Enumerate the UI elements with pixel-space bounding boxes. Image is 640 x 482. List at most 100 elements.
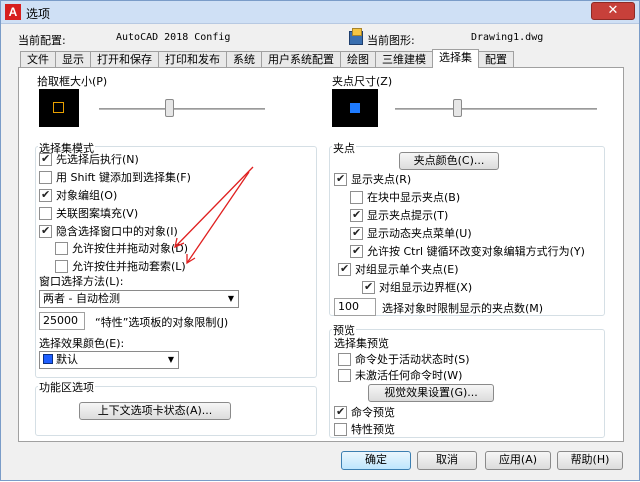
help-button[interactable]: 帮助(H) bbox=[557, 451, 623, 470]
autocad-logo-icon: A bbox=[5, 4, 21, 20]
checkbox-label: 对象编组(O) bbox=[56, 189, 118, 202]
drawing-value: Drawing1.dwg bbox=[471, 32, 544, 43]
grip-slider-track[interactable] bbox=[395, 108, 597, 110]
pickbox-slider-thumb[interactable] bbox=[164, 99, 174, 117]
checkbox-label: 显示夹点提示(T) bbox=[367, 209, 449, 222]
grip-rows-checkbox-0[interactable]: 显示夹点(R) bbox=[334, 171, 411, 187]
checkbox-label: 显示夹点(R) bbox=[351, 173, 412, 186]
tab-1[interactable]: 显示 bbox=[55, 51, 91, 68]
drawing-icon bbox=[349, 28, 363, 45]
selection-tab-panel: 拾取框大小(P) 选择集模式 先选择后执行(N)用 Shift 键添加到选择集(… bbox=[18, 67, 624, 442]
properties-limit-input[interactable]: 25000 bbox=[39, 312, 85, 330]
grip-colors-button[interactable]: 夹点颜色(C)... bbox=[399, 152, 499, 170]
grip-limit-label: 选择对象时限制显示的夹点数(M) bbox=[382, 302, 544, 315]
property-preview-label: 特性预览 bbox=[351, 423, 395, 436]
grip-size-label: 夹点尺寸(Z) bbox=[332, 75, 393, 88]
ok-button[interactable]: 确定 bbox=[341, 451, 411, 470]
checkbox-icon[interactable] bbox=[55, 259, 68, 273]
profile-value: AutoCAD 2018 Config bbox=[116, 32, 231, 43]
checkbox-icon[interactable] bbox=[350, 244, 363, 258]
checkbox-label: 对组显示边界框(X) bbox=[379, 281, 473, 294]
grip-rows-checkbox-6[interactable]: 对组显示边界框(X) bbox=[362, 279, 472, 295]
window-method-select[interactable]: 两者 - 自动检测 ▼ bbox=[39, 290, 239, 308]
checkbox-icon[interactable] bbox=[350, 208, 363, 222]
checkbox-icon[interactable] bbox=[362, 280, 375, 294]
command-preview-label: 命令预览 bbox=[351, 406, 395, 419]
tab-3[interactable]: 打印和发布 bbox=[158, 51, 227, 68]
checkbox-icon[interactable] bbox=[55, 241, 68, 255]
grip-rows-checkbox-5[interactable]: 对组显示单个夹点(E) bbox=[338, 261, 459, 277]
sel-rows-checkbox-0[interactable]: 先选择后执行(N) bbox=[39, 151, 139, 167]
window-method-label: 窗口选择方法(L): bbox=[39, 275, 124, 288]
checkbox-label: 命令处于活动状态时(S) bbox=[355, 353, 470, 366]
grip-rows-checkbox-3[interactable]: 显示动态夹点菜单(U) bbox=[350, 225, 472, 241]
pickbox-size-label: 拾取框大小(P) bbox=[37, 75, 108, 88]
grip-slider-thumb[interactable] bbox=[452, 99, 462, 117]
checkbox-label: 显示动态夹点菜单(U) bbox=[367, 227, 472, 240]
tab-7[interactable]: 三维建模 bbox=[375, 51, 433, 68]
sel-rows-checkbox-3[interactable]: 关联图案填充(V) bbox=[39, 205, 138, 221]
prev-rows-checkbox-0[interactable]: 命令处于活动状态时(S) bbox=[338, 351, 470, 367]
checkbox-icon[interactable] bbox=[39, 188, 52, 202]
checkbox-label: 允许按住并拖动套索(L) bbox=[72, 260, 186, 273]
grips-label: 夹点 bbox=[332, 140, 356, 156]
grip-preview bbox=[332, 89, 378, 127]
tab-5[interactable]: 用户系统配置 bbox=[261, 51, 341, 68]
tab-8[interactable]: 选择集 bbox=[432, 49, 479, 68]
checkbox-icon[interactable] bbox=[39, 152, 52, 166]
effect-color-label: 选择效果颜色(E): bbox=[39, 337, 125, 350]
pickbox-square-icon bbox=[53, 102, 64, 113]
grip-square-icon bbox=[350, 103, 360, 113]
checkbox-label: 允许按 Ctrl 键循环改变对象编辑方式行为(Y) bbox=[367, 245, 585, 258]
prev-rows-checkbox-1[interactable]: 未激活任何命令时(W) bbox=[338, 367, 462, 383]
property-preview-checkbox[interactable]: 特性预览 bbox=[334, 421, 395, 437]
effect-color-select[interactable]: 默认 ▼ bbox=[39, 351, 179, 369]
close-button[interactable]: ✕ bbox=[591, 2, 635, 20]
contextual-tab-states-button[interactable]: 上下文选项卡状态(A)... bbox=[79, 402, 231, 420]
sel-rows-checkbox-1[interactable]: 用 Shift 键添加到选择集(F) bbox=[39, 169, 191, 185]
checkbox-label: 允许按住并拖动对象(D) bbox=[72, 242, 189, 255]
checkbox-icon[interactable] bbox=[39, 170, 52, 184]
checkbox-label: 隐含选择窗口中的对象(I) bbox=[56, 225, 178, 238]
cancel-button[interactable]: 取消 bbox=[417, 451, 477, 470]
properties-limit-label: “特性”选项板的对象限制(J) bbox=[95, 316, 229, 329]
apply-button[interactable]: 应用(A) bbox=[485, 451, 551, 470]
checkbox-icon[interactable] bbox=[350, 190, 363, 204]
tab-4[interactable]: 系统 bbox=[226, 51, 262, 68]
sel-rows-checkbox-6[interactable]: 允许按住并拖动套索(L) bbox=[55, 258, 186, 274]
color-swatch-icon bbox=[43, 354, 53, 364]
grip-limit-input[interactable]: 100 bbox=[334, 298, 376, 316]
sel-rows-checkbox-2[interactable]: 对象编组(O) bbox=[39, 187, 117, 203]
checkbox-icon[interactable] bbox=[350, 226, 363, 240]
checkbox-label: 在块中显示夹点(B) bbox=[367, 191, 461, 204]
checkbox-icon[interactable] bbox=[334, 405, 347, 419]
checkbox-icon[interactable] bbox=[39, 224, 52, 238]
grip-rows-checkbox-2[interactable]: 显示夹点提示(T) bbox=[350, 207, 448, 223]
checkbox-icon[interactable] bbox=[338, 368, 351, 382]
visual-effect-settings-button[interactable]: 视觉效果设置(G)... bbox=[368, 384, 494, 402]
tab-0[interactable]: 文件 bbox=[20, 51, 56, 68]
options-dialog: A 选项 ✕ 当前配置: AutoCAD 2018 Config 当前图形: D… bbox=[0, 0, 640, 481]
tab-9[interactable]: 配置 bbox=[478, 51, 514, 68]
checkbox-icon[interactable] bbox=[338, 262, 351, 276]
checkbox-icon[interactable] bbox=[39, 206, 52, 220]
checkbox-icon[interactable] bbox=[338, 352, 351, 366]
command-preview-checkbox[interactable]: 命令预览 bbox=[334, 404, 395, 420]
sel-rows-checkbox-5[interactable]: 允许按住并拖动对象(D) bbox=[55, 240, 188, 256]
checkbox-icon[interactable] bbox=[334, 422, 347, 436]
drawing-label: 当前图形: bbox=[367, 34, 415, 47]
pickbox-preview bbox=[39, 89, 79, 127]
checkbox-icon[interactable] bbox=[334, 172, 347, 186]
checkbox-label: 先选择后执行(N) bbox=[56, 153, 139, 166]
tab-6[interactable]: 绘图 bbox=[340, 51, 376, 68]
pickbox-slider-track[interactable] bbox=[99, 108, 265, 110]
chevron-down-icon: ▼ bbox=[227, 294, 234, 303]
checkbox-label: 用 Shift 键添加到选择集(F) bbox=[56, 171, 191, 184]
grip-rows-checkbox-4[interactable]: 允许按 Ctrl 键循环改变对象编辑方式行为(Y) bbox=[350, 243, 585, 259]
title-bar: A 选项 ✕ bbox=[1, 1, 639, 24]
grip-rows-checkbox-1[interactable]: 在块中显示夹点(B) bbox=[350, 189, 460, 205]
tab-2[interactable]: 打开和保存 bbox=[90, 51, 159, 68]
sel-rows-checkbox-4[interactable]: 隐含选择窗口中的对象(I) bbox=[39, 223, 178, 239]
checkbox-label: 关联图案填充(V) bbox=[56, 207, 139, 220]
selection-preview-label: 选择集预览 bbox=[334, 337, 389, 350]
